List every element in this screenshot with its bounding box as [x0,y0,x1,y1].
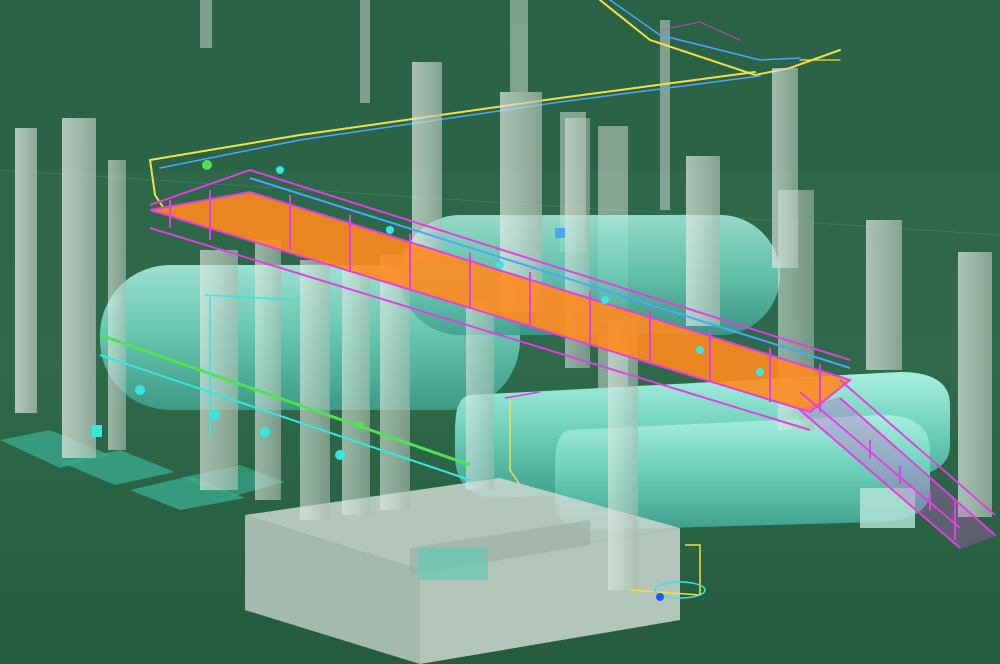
valve-icon[interactable] [356,421,364,429]
valve-icon[interactable] [696,346,704,354]
instrument-icon[interactable] [92,425,102,437]
valve-icon[interactable] [135,385,145,395]
valve-icon[interactable] [202,160,212,170]
valve-icon[interactable] [210,410,220,420]
3d-viewport[interactable] [0,0,1000,664]
valve-icon[interactable] [656,593,664,601]
plant-model-scene[interactable] [0,0,1000,664]
valve-icon[interactable] [496,261,504,269]
instrument-icon[interactable] [555,228,565,238]
valve-icon[interactable] [756,368,764,376]
valve-icon[interactable] [601,296,609,304]
valve-icon[interactable] [276,166,284,174]
valve-icon[interactable] [386,226,394,234]
valve-icon[interactable] [260,427,270,437]
valve-icon[interactable] [335,450,345,460]
